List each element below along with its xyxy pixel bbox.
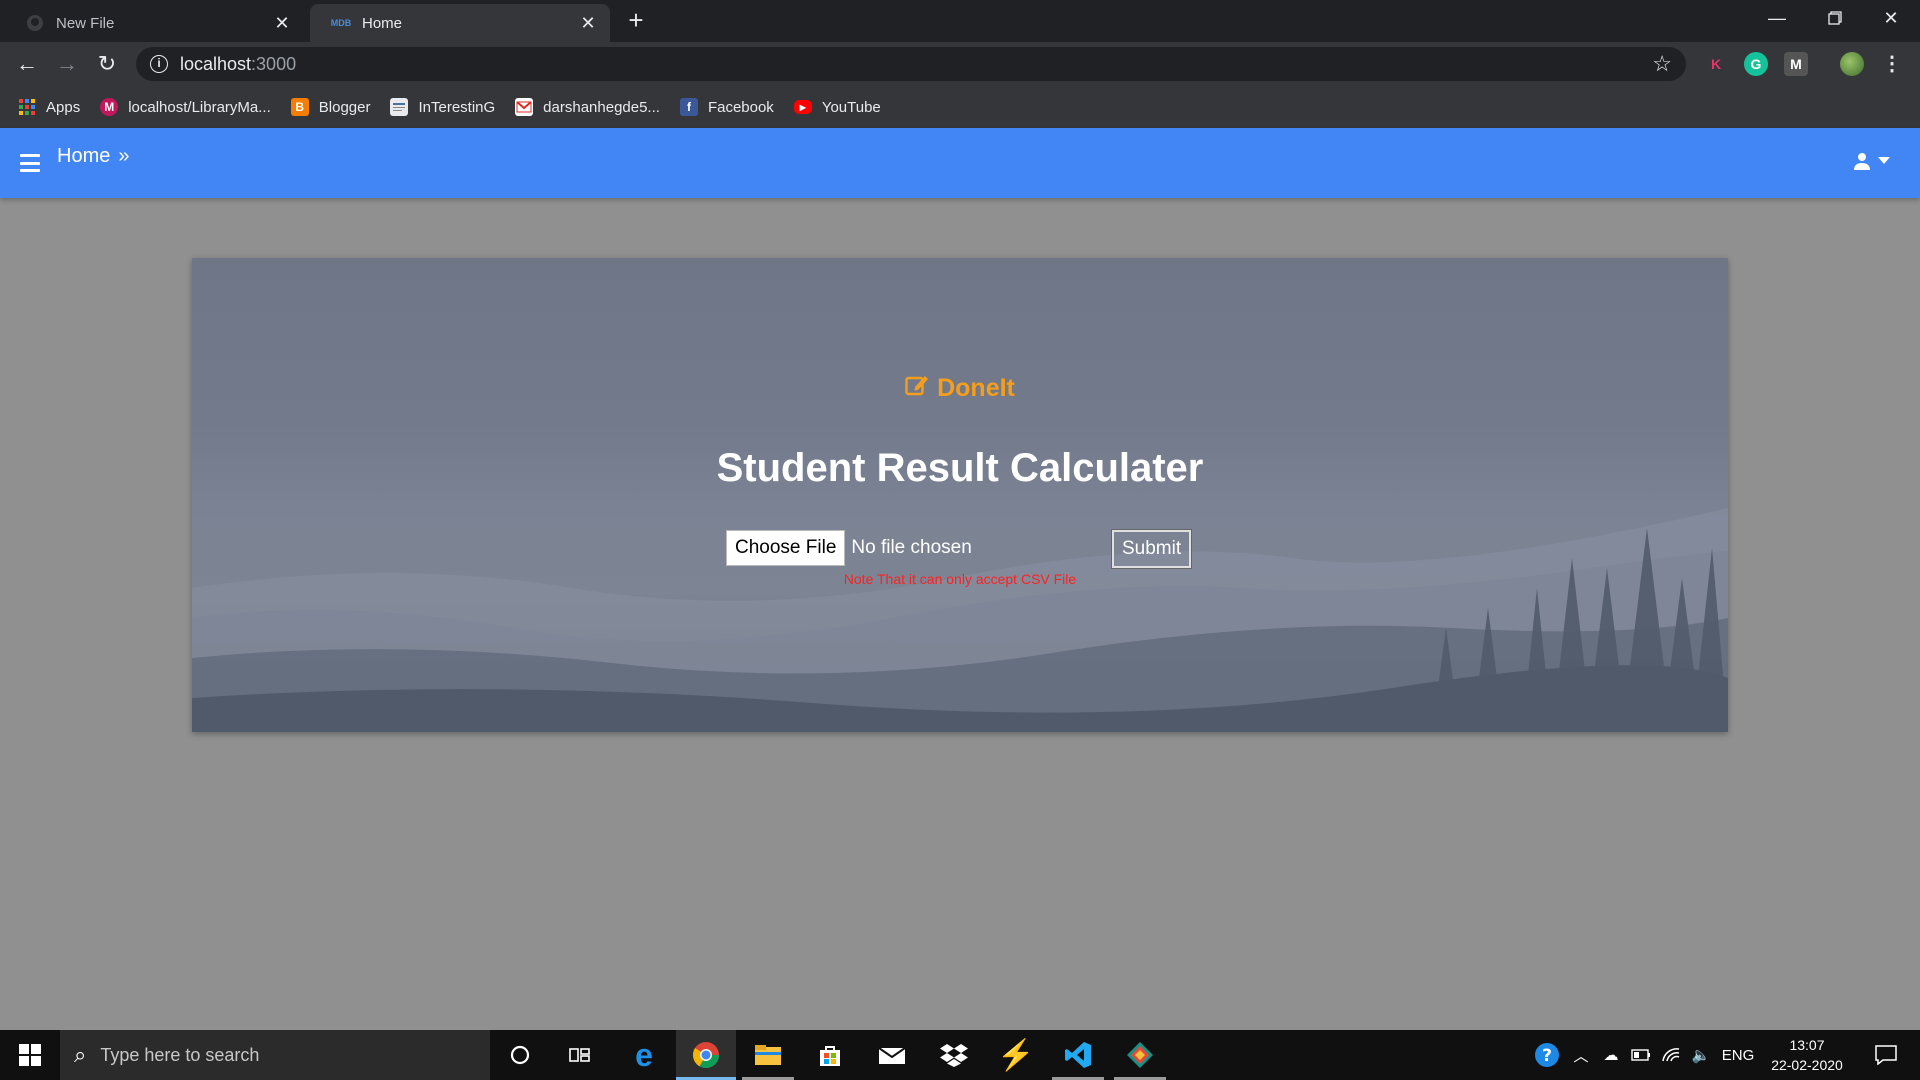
search-placeholder: Type here to search <box>100 1044 260 1065</box>
cortana-icon[interactable] <box>490 1030 550 1080</box>
edit-square-icon <box>905 374 929 403</box>
bookmark-label: darshanhegde5... <box>543 98 660 116</box>
mail-icon[interactable] <box>862 1030 922 1080</box>
bookmark-facebook[interactable]: f Facebook <box>679 98 774 116</box>
battery-icon[interactable] <box>1626 1030 1656 1080</box>
folder-page-icon <box>390 98 409 116</box>
file-explorer-icon[interactable] <box>738 1030 798 1080</box>
breadcrumb-home[interactable]: Home <box>57 145 110 168</box>
hero-card: DoneIt Student Result Calculater Choose … <box>192 258 1728 732</box>
browser-toolbar: ← → ↻ i localhost :3000 ☆ K G M ⋮ <box>0 42 1920 86</box>
bookmark-library[interactable]: M localhost/LibraryMa... <box>100 98 271 116</box>
bookmark-interesting[interactable]: InTerestinG <box>390 98 495 116</box>
bookmark-apps[interactable]: Apps <box>18 98 80 116</box>
csv-note: Note That it can only accept CSV File <box>843 571 1077 587</box>
bookmark-youtube[interactable]: ▶ YouTube <box>793 98 881 116</box>
url-host: localhost <box>180 53 252 74</box>
edge-icon[interactable]: e <box>614 1030 674 1080</box>
wifi-icon[interactable] <box>1656 1030 1686 1080</box>
close-tab-icon[interactable]: ✕ <box>578 13 598 34</box>
submit-button[interactable]: Submit <box>1110 529 1193 569</box>
site-info-icon[interactable]: i <box>150 55 168 73</box>
facebook-icon: f <box>679 98 698 116</box>
bookmark-label: localhost/LibraryMa... <box>128 98 271 116</box>
brand-logo[interactable]: DoneIt <box>192 374 1728 403</box>
help-icon[interactable]: ? <box>1530 1030 1564 1080</box>
chrome-menu-icon[interactable]: ⋮ <box>1880 52 1904 76</box>
taskbar-search[interactable]: ⌕ Type here to search <box>60 1030 490 1080</box>
volume-icon[interactable]: 🔈 <box>1686 1030 1716 1080</box>
mdb-icon: MDB <box>330 18 352 28</box>
file-status-text: No file chosen <box>851 537 972 558</box>
library-favicon: M <box>100 98 119 116</box>
grammarly-icon[interactable]: G <box>1744 52 1768 76</box>
tab-home[interactable]: MDB Home ✕ <box>310 4 610 42</box>
onedrive-cloud-icon[interactable]: ☁ <box>1596 1030 1626 1080</box>
file-upload-field[interactable]: Choose File No file chosen <box>726 530 972 566</box>
search-icon: ⌕ <box>74 1042 87 1067</box>
bookmark-label: Blogger <box>318 98 371 116</box>
chrome-icon[interactable] <box>676 1030 736 1080</box>
url-port: :3000 <box>251 53 297 74</box>
brand-name: DoneIt <box>937 374 1015 402</box>
gmail-icon <box>515 98 534 116</box>
tab-title: New File <box>56 14 115 32</box>
store-icon[interactable] <box>800 1030 860 1080</box>
language-indicator[interactable]: ENG <box>1716 1030 1760 1080</box>
tab-new-file[interactable]: New File ✕ <box>4 4 304 42</box>
windows-taskbar: ⌕ Type here to search e ⚡ ? ︿ ☁ 🔈 ENG 13… <box>0 1030 1920 1080</box>
forward-icon[interactable]: → <box>52 49 82 79</box>
double-chevron-right-icon: » <box>118 145 130 167</box>
breadcrumb[interactable]: Home » <box>57 145 129 168</box>
bookmark-label: Facebook <box>707 98 774 116</box>
chevron-up-icon[interactable]: ︿ <box>1566 1030 1596 1080</box>
dropbox-icon[interactable] <box>924 1030 984 1080</box>
youtube-icon: ▶ <box>793 100 812 114</box>
bookmark-blogger[interactable]: B Blogger <box>290 98 371 116</box>
gitkraken-icon[interactable] <box>1110 1030 1170 1080</box>
task-view-icon[interactable] <box>550 1030 610 1080</box>
k-extension-icon[interactable]: K <box>1704 52 1728 76</box>
choose-file-button[interactable]: Choose File <box>726 530 846 566</box>
minimize-icon[interactable]: — <box>1748 0 1806 36</box>
address-bar[interactable]: i localhost :3000 ☆ <box>136 47 1686 81</box>
user-icon <box>1854 153 1870 170</box>
restore-icon[interactable] <box>1806 0 1864 36</box>
back-icon[interactable]: ← <box>12 49 42 79</box>
profile-avatar[interactable] <box>1840 52 1864 76</box>
page-title: Student Result Calculater <box>716 446 1204 490</box>
github-icon <box>26 14 44 32</box>
clock[interactable]: 13:07 22-02-2020 <box>1760 1035 1854 1075</box>
bookmark-label: InTerestinG <box>418 98 496 116</box>
app-navbar: Home » <box>0 128 1920 198</box>
vscode-icon[interactable] <box>1048 1030 1108 1080</box>
notification-center-icon[interactable] <box>1862 1030 1910 1080</box>
close-tab-icon[interactable]: ✕ <box>272 13 292 34</box>
bookmark-star-icon[interactable]: ☆ <box>1652 51 1672 77</box>
apps-grid-icon <box>18 98 36 116</box>
close-window-icon[interactable]: ✕ <box>1862 0 1920 36</box>
tab-title: Home <box>362 14 403 32</box>
hamburger-menu-icon[interactable] <box>20 154 40 172</box>
tab-strip: New File ✕ MDB Home ✕ + — ✕ <box>0 0 1920 42</box>
m-extension-icon[interactable]: M <box>1784 52 1808 76</box>
svg-text:?: ? <box>1542 1046 1552 1066</box>
windows-start-icon[interactable] <box>0 1030 60 1080</box>
clock-date: 22-02-2020 <box>1771 1057 1843 1073</box>
bookmark-label: YouTube <box>821 98 881 116</box>
blogger-icon: B <box>290 98 309 116</box>
reload-icon[interactable]: ↻ <box>92 49 122 79</box>
hero-content: DoneIt Student Result Calculater Choose … <box>192 258 1728 732</box>
bookmark-gmail[interactable]: darshanhegde5... <box>515 98 660 116</box>
vs-icon[interactable]: ⚡ <box>986 1030 1046 1080</box>
caret-down-icon <box>1878 157 1890 164</box>
user-menu[interactable] <box>1854 152 1890 170</box>
clock-time: 13:07 <box>1789 1037 1825 1053</box>
bookmarks-bar: Apps M localhost/LibraryMa... B Blogger … <box>0 86 1920 128</box>
bookmark-label: Apps <box>46 98 81 116</box>
new-tab-button[interactable]: + <box>622 6 650 34</box>
